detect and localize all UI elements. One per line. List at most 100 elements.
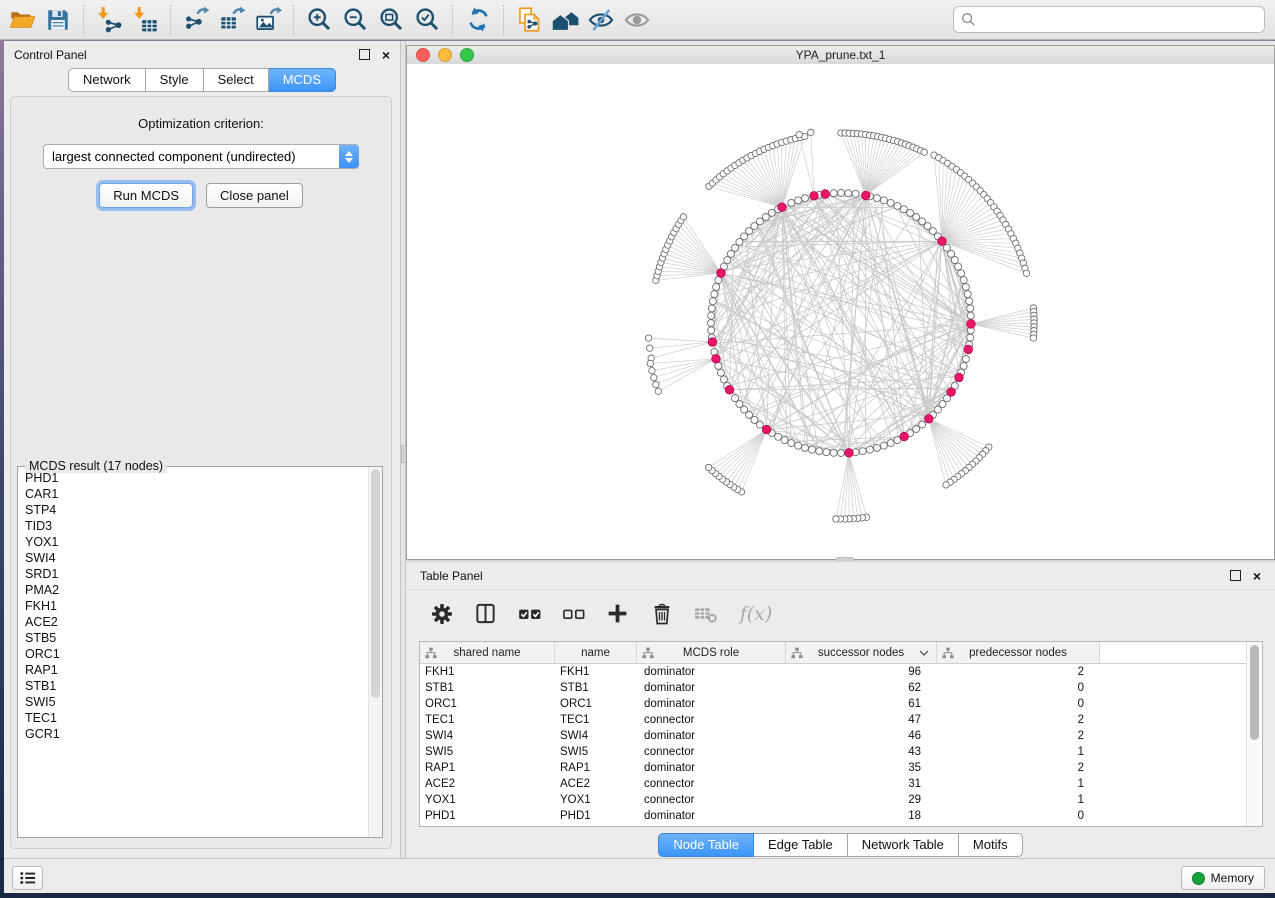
graph-node[interactable] <box>845 190 852 197</box>
close-panel-icon[interactable]: × <box>382 50 390 60</box>
mcds-result-node[interactable]: PMA2 <box>18 582 368 598</box>
graph-leaf-node[interactable] <box>833 516 839 522</box>
mcds-result-node[interactable]: SWI4 <box>18 550 368 566</box>
graph-dominator-node[interactable] <box>725 386 734 395</box>
graph-node[interactable] <box>955 263 962 270</box>
graph-node[interactable] <box>838 190 845 197</box>
graph-node[interactable] <box>880 197 887 204</box>
table-row-fkh1[interactable]: FKH1FKH1dominator962 <box>420 664 1262 680</box>
graph-dominator-node[interactable] <box>810 192 819 201</box>
graph-dominator-node[interactable] <box>708 338 717 347</box>
export-image-button[interactable] <box>250 3 286 37</box>
graph-node[interactable] <box>802 444 809 451</box>
graph-leaf-node[interactable] <box>1023 270 1029 276</box>
table-tab-motifs[interactable]: Motifs <box>959 833 1023 857</box>
tab-network[interactable]: Network <box>68 68 146 92</box>
destroy-table-button[interactable] <box>692 600 719 627</box>
mcds-result-node[interactable]: PHD1 <box>18 470 368 486</box>
graph-leaf-node[interactable] <box>647 345 653 351</box>
graph-node[interactable] <box>709 298 716 305</box>
graph-node[interactable] <box>874 444 881 451</box>
graph-leaf-node[interactable] <box>1030 335 1036 341</box>
optimization-criterion-dropdown[interactable]: largest connected component (undirected) <box>43 144 359 169</box>
graph-node[interactable] <box>966 298 973 305</box>
table-row-swi5[interactable]: SWI5SWI5connector431 <box>420 744 1262 760</box>
delete-row-button[interactable] <box>648 600 675 627</box>
graph-dominator-node[interactable] <box>762 425 771 434</box>
graph-leaf-node[interactable] <box>705 464 711 470</box>
mcds-result-node[interactable]: STB1 <box>18 678 368 694</box>
open-file-button[interactable] <box>4 3 40 37</box>
graph-leaf-node[interactable] <box>808 129 814 135</box>
graph-node[interactable] <box>964 291 971 298</box>
graph-node[interactable] <box>809 446 816 453</box>
table-row-tec1[interactable]: TEC1TEC1connector472 <box>420 712 1262 728</box>
table-row-orc1[interactable]: ORC1ORC1dominator610 <box>420 696 1262 712</box>
scrollbar-thumb[interactable] <box>1250 645 1259 740</box>
graph-node[interactable] <box>816 448 823 455</box>
graph-dominator-node[interactable] <box>967 320 976 329</box>
graph-node[interactable] <box>736 401 743 408</box>
task-history-button[interactable] <box>12 866 43 890</box>
export-table-button[interactable] <box>214 3 250 37</box>
graph-dominator-node[interactable] <box>717 269 726 278</box>
zoom-fit-button[interactable] <box>373 3 409 37</box>
graph-node[interactable] <box>830 449 837 456</box>
graph-node[interactable] <box>887 440 894 447</box>
select-all-button[interactable] <box>516 600 543 627</box>
deselect-all-button[interactable] <box>560 600 587 627</box>
tab-mcds[interactable]: MCDS <box>269 68 336 92</box>
column-header-successor-nodes[interactable]: successor nodes <box>786 642 937 663</box>
graph-dominator-node[interactable] <box>938 237 947 246</box>
mcds-result-node[interactable]: RAP1 <box>18 662 368 678</box>
column-header-mcds-role[interactable]: MCDS role <box>637 642 786 663</box>
mcds-result-node[interactable]: YOX1 <box>18 534 368 550</box>
graph-node[interactable] <box>795 442 802 449</box>
graph-node[interactable] <box>713 284 720 291</box>
graph-node[interactable] <box>838 450 845 457</box>
network-canvas[interactable] <box>407 64 1274 559</box>
graph-node[interactable] <box>960 277 967 284</box>
graph-node[interactable] <box>795 197 802 204</box>
apply-layout-button[interactable] <box>460 3 496 37</box>
show-columns-button[interactable] <box>472 600 499 627</box>
graph-node[interactable] <box>852 190 859 197</box>
graph-leaf-node[interactable] <box>653 381 659 387</box>
table-row-phd1[interactable]: PHD1PHD1dominator180 <box>420 808 1262 824</box>
graph-node[interactable] <box>967 305 974 312</box>
memory-button[interactable]: Memory <box>1181 866 1265 890</box>
mcds-result-node[interactable]: SRD1 <box>18 566 368 582</box>
graph-node[interactable] <box>720 376 727 383</box>
graph-leaf-node[interactable] <box>680 214 686 220</box>
graph-node[interactable] <box>717 369 724 376</box>
graph-node[interactable] <box>948 250 955 257</box>
graph-node[interactable] <box>874 195 881 202</box>
table-tab-node-table[interactable]: Node Table <box>658 833 754 857</box>
graph-node[interactable] <box>962 284 969 291</box>
graph-node[interactable] <box>830 190 837 197</box>
mcds-result-node[interactable]: STB5 <box>18 630 368 646</box>
tab-style[interactable]: Style <box>146 68 204 92</box>
graph-node[interactable] <box>919 421 926 428</box>
show-all-button[interactable] <box>619 3 655 37</box>
graph-node[interactable] <box>708 305 715 312</box>
table-settings-button[interactable] <box>428 600 455 627</box>
graph-dominator-node[interactable] <box>900 432 909 441</box>
graph-leaf-node[interactable] <box>651 374 657 380</box>
graph-node[interactable] <box>756 218 763 225</box>
table-row-swi4[interactable]: SWI4SWI4dominator462 <box>420 728 1262 744</box>
save-session-button[interactable] <box>40 3 76 37</box>
graph-leaf-node[interactable] <box>645 335 651 341</box>
table-row-stb1[interactable]: STB1STB1dominator620 <box>420 680 1262 696</box>
graph-node[interactable] <box>960 362 967 369</box>
mcds-result-node[interactable]: CAR1 <box>18 486 368 502</box>
graph-leaf-node[interactable] <box>921 149 927 155</box>
zoom-in-button[interactable] <box>301 3 337 37</box>
graph-node[interactable] <box>775 433 782 440</box>
float-panel-icon[interactable] <box>1230 570 1241 581</box>
graph-node[interactable] <box>880 442 887 449</box>
graph-node[interactable] <box>788 199 795 206</box>
graph-node[interactable] <box>724 257 731 264</box>
mcds-result-node[interactable]: TEC1 <box>18 710 368 726</box>
zoom-selected-button[interactable] <box>409 3 445 37</box>
